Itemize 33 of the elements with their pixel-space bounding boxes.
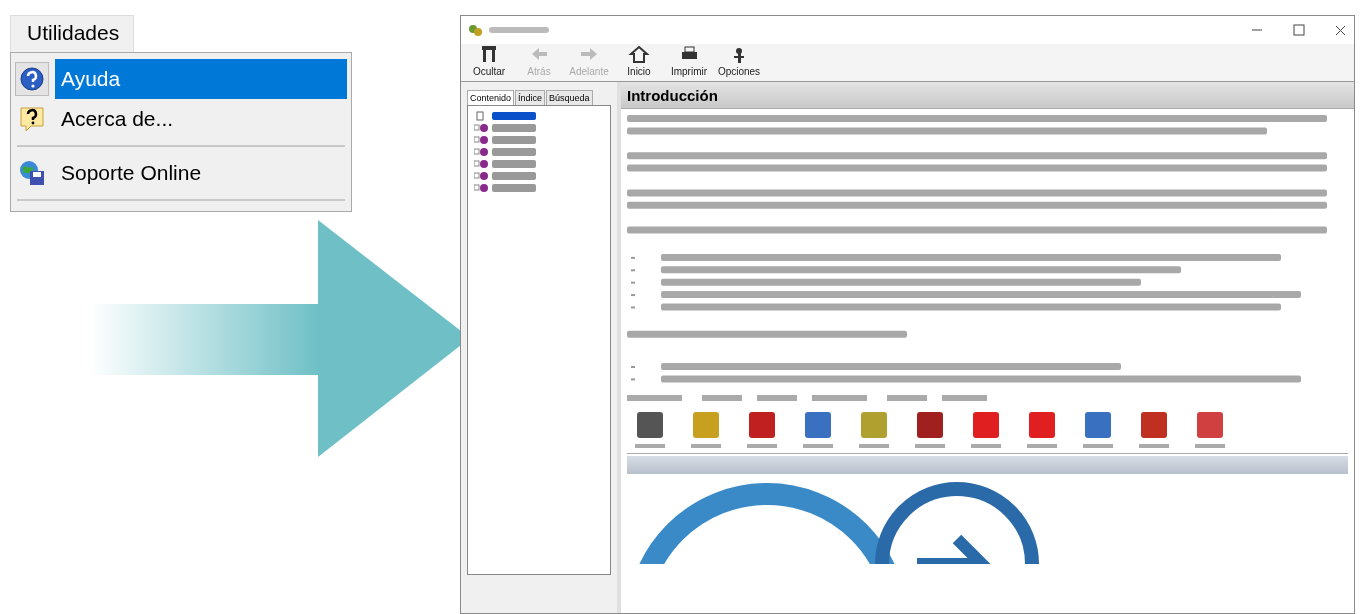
toolbar-button[interactable]: Inicio [617,44,661,77]
window-title-drawing [489,27,549,33]
menu-item[interactable]: Soporte Online [55,153,347,193]
tree-item[interactable] [492,136,536,144]
menu-title[interactable]: Utilidades [10,15,135,52]
help-icon [18,65,46,93]
tab[interactable]: Índice [515,90,546,105]
speech-bubble-question-icon [18,105,46,133]
tree-item[interactable] [492,124,536,132]
toolbar-button[interactable]: Ocultar [467,44,511,77]
globe-disk-icon [18,159,46,187]
book-icon [474,159,489,169]
book-icon [474,135,489,145]
maximize-icon[interactable] [1292,24,1306,36]
tab[interactable]: Búsqueda [546,90,593,105]
app-icon [467,23,483,37]
tree-item[interactable] [492,112,536,120]
book-icon [474,183,489,193]
home-icon [628,44,650,66]
tab[interactable]: Contenido [467,90,515,105]
page-heading: Introducción [621,82,1354,109]
book-icon [474,123,489,133]
tree-item[interactable] [492,148,536,156]
toolbar-button[interactable]: Imprimir [667,44,711,77]
toolbar-button[interactable]: Opciones [717,44,761,77]
tree-item[interactable] [492,172,536,180]
book-icon [474,171,489,181]
close-icon[interactable] [1334,24,1348,36]
book-icon [474,147,489,157]
tree-item[interactable] [492,160,536,168]
tree-item[interactable] [492,184,536,192]
menu-item[interactable]: Ayuda [55,59,347,99]
menu-item[interactable]: Acerca de... [55,99,347,139]
